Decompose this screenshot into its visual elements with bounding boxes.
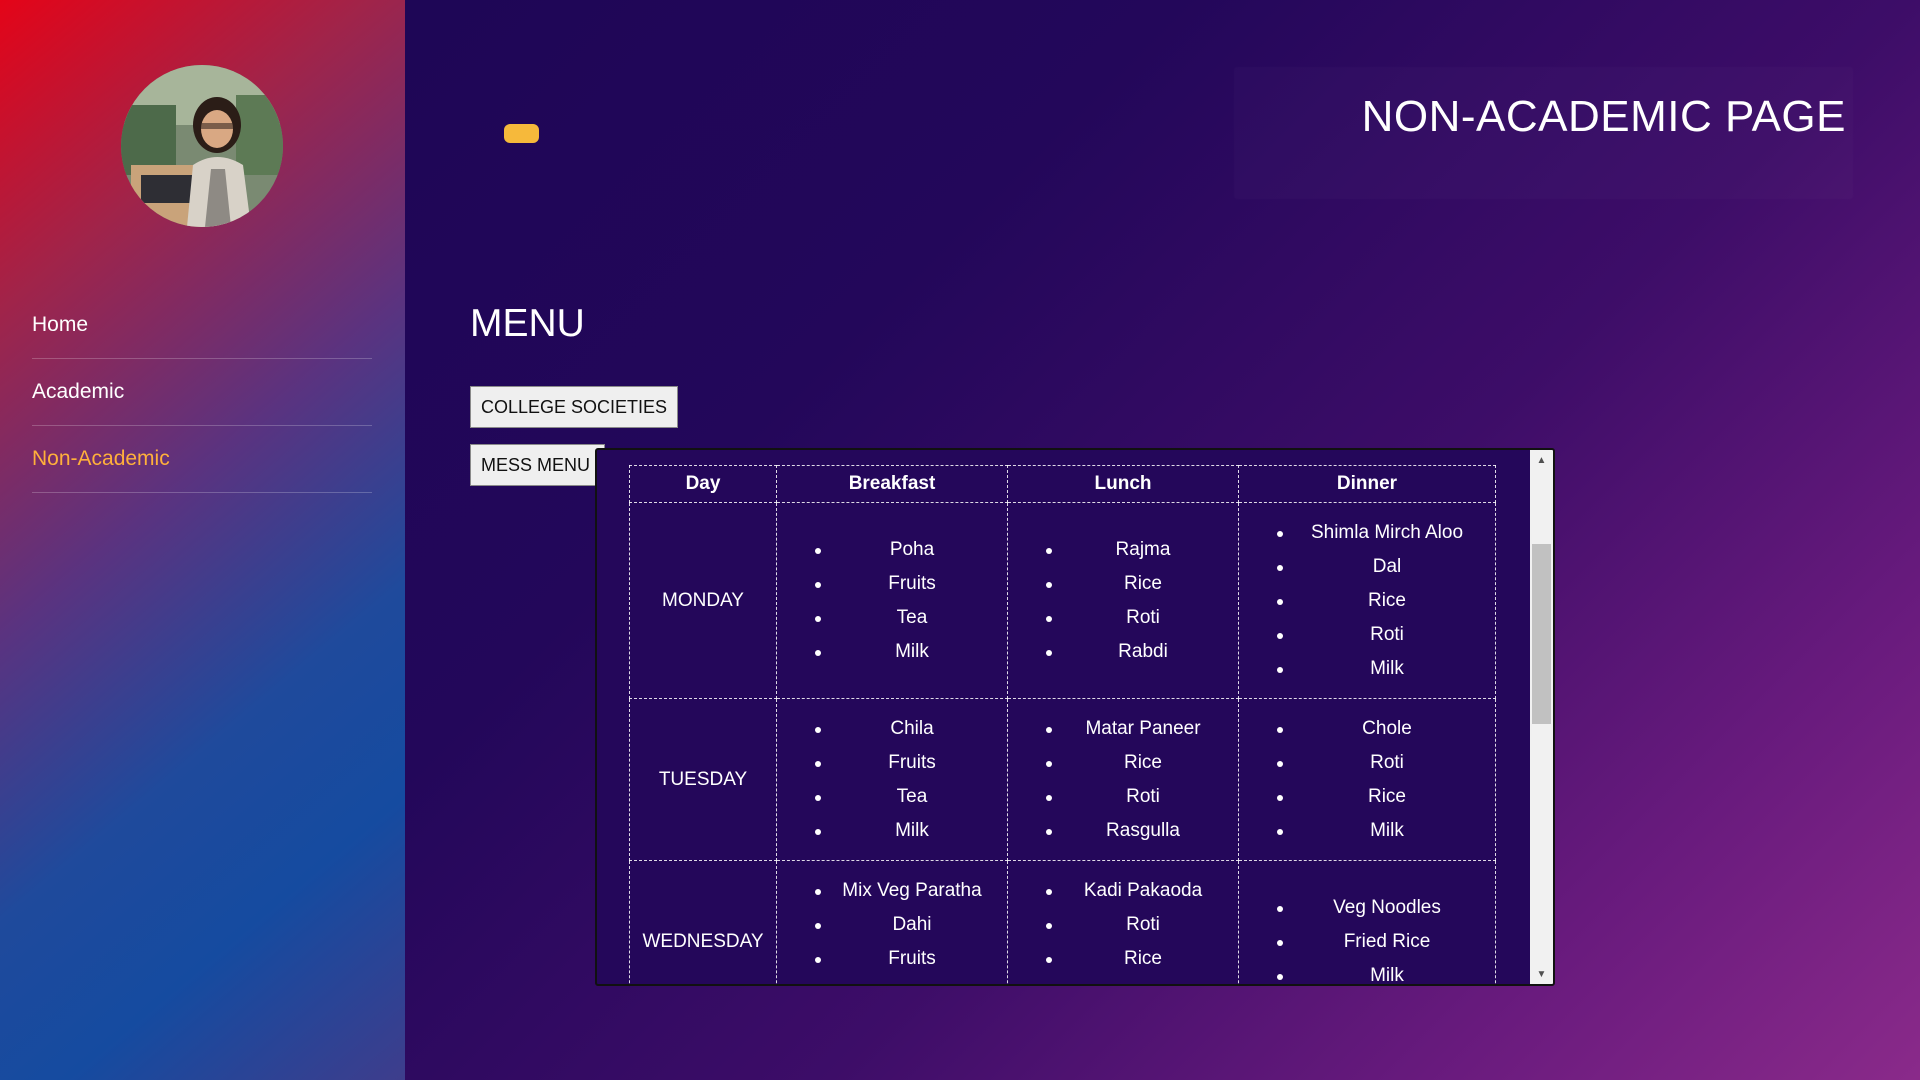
- table-row: TUESDAY Chila Fruits Tea Milk Matar Pane…: [629, 698, 1496, 861]
- menu-item: Jalebi: [1008, 976, 1238, 985]
- mess-menu-table: Day Breakfast Lunch Dinner MONDAY Poha F…: [629, 465, 1496, 985]
- menu-item: Kadi Pakaoda: [1008, 874, 1238, 908]
- menu-item: Poha: [777, 533, 1007, 567]
- breakfast-cell: Mix Veg Paratha Dahi Fruits Tea: [776, 860, 1008, 985]
- table-row: MONDAY Poha Fruits Tea Milk Rajma Rice R…: [629, 502, 1496, 699]
- mess-menu-popup[interactable]: Day Breakfast Lunch Dinner MONDAY Poha F…: [595, 448, 1555, 986]
- menu-item: Rasgulla: [1008, 814, 1238, 848]
- mess-menu-button[interactable]: MESS MENU: [470, 444, 605, 486]
- dinner-cell: Chole Roti Rice Milk: [1238, 698, 1496, 861]
- avatar: [121, 65, 283, 227]
- breakfast-cell: Chila Fruits Tea Milk: [776, 698, 1008, 861]
- lunch-cell: Rajma Rice Roti Rabdi: [1007, 502, 1239, 699]
- sidebar: Home Academic Non-Academic: [0, 0, 405, 1080]
- day-cell: TUESDAY: [629, 698, 777, 861]
- header-day: Day: [629, 465, 777, 503]
- day-cell: MONDAY: [629, 502, 777, 699]
- menu-item: Dahi: [777, 908, 1007, 942]
- menu-item: Chila: [777, 712, 1007, 746]
- scroll-thumb[interactable]: [1532, 544, 1551, 724]
- scroll-down-icon[interactable]: ▼: [1530, 964, 1553, 984]
- menu-toggle-button[interactable]: [504, 124, 539, 143]
- header-breakfast: Breakfast: [776, 465, 1008, 503]
- breakfast-cell: Poha Fruits Tea Milk: [776, 502, 1008, 699]
- menu-item: Roti: [1008, 908, 1238, 942]
- main-content: NON-ACADEMIC PAGE MENU COLLEGE SOCIETIES…: [405, 0, 1920, 1080]
- sidebar-item-academic[interactable]: Academic: [32, 359, 372, 426]
- menu-item: Rabdi: [1008, 635, 1238, 669]
- menu-item: Chole: [1239, 712, 1495, 746]
- dinner-cell: Shimla Mirch Aloo Dal Rice Roti Milk: [1238, 502, 1496, 699]
- menu-item: Fruits: [777, 746, 1007, 780]
- page-title: NON-ACADEMIC PAGE: [1361, 92, 1846, 141]
- menu-heading: MENU: [470, 302, 585, 345]
- header-lunch: Lunch: [1007, 465, 1239, 503]
- lunch-cell: Kadi Pakaoda Roti Rice Jalebi: [1007, 860, 1239, 985]
- dinner-cell: Veg Noodles Fried Rice Milk: [1238, 860, 1496, 984]
- menu-item: Fruits: [777, 942, 1007, 976]
- menu-item: Veg Noodles: [1239, 891, 1495, 925]
- menu-item: Rice: [1008, 567, 1238, 601]
- menu-item: Rice: [1008, 942, 1238, 976]
- menu-item: Rice: [1239, 780, 1495, 814]
- sidebar-item-home[interactable]: Home: [32, 292, 372, 359]
- menu-item: Roti: [1239, 618, 1495, 652]
- menu-item: Milk: [777, 814, 1007, 848]
- menu-item: Roti: [1239, 746, 1495, 780]
- menu-item: Milk: [1239, 814, 1495, 848]
- popup-scrollbar[interactable]: ▲ ▼: [1530, 450, 1553, 984]
- menu-item: Roti: [1008, 780, 1238, 814]
- menu-item: Fruits: [777, 567, 1007, 601]
- college-societies-button[interactable]: COLLEGE SOCIETIES: [470, 386, 679, 428]
- menu-item: Milk: [1239, 959, 1495, 984]
- sidebar-item-label: Home: [32, 313, 89, 336]
- menu-item: Milk: [1239, 652, 1495, 686]
- lunch-cell: Matar Paneer Rice Roti Rasgulla: [1007, 698, 1239, 861]
- day-cell: WEDNESDAY: [629, 860, 777, 984]
- sidebar-item-non-academic[interactable]: Non-Academic: [32, 426, 372, 493]
- menu-item: Milk: [777, 635, 1007, 669]
- menu-item: Rice: [1239, 584, 1495, 618]
- menu-item: Fried Rice: [1239, 925, 1495, 959]
- menu-item: Shimla Mirch Aloo: [1239, 516, 1495, 550]
- table-row: WEDNESDAY Mix Veg Paratha Dahi Fruits Te…: [629, 860, 1496, 985]
- menu-item: Roti: [1008, 601, 1238, 635]
- sidebar-item-label: Non-Academic: [32, 447, 170, 470]
- menu-item: Rice: [1008, 746, 1238, 780]
- header-dinner: Dinner: [1238, 465, 1496, 503]
- menu-item: Tea: [777, 601, 1007, 635]
- menu-item: Dal: [1239, 550, 1495, 584]
- menu-item: Matar Paneer: [1008, 712, 1238, 746]
- table-header-row: Day Breakfast Lunch Dinner: [629, 465, 1496, 503]
- sidebar-nav: Home Academic Non-Academic: [32, 292, 372, 493]
- menu-item: Rajma: [1008, 533, 1238, 567]
- sidebar-item-label: Academic: [32, 380, 125, 403]
- scroll-up-icon[interactable]: ▲: [1530, 450, 1553, 470]
- menu-item: Tea: [777, 976, 1007, 985]
- menu-item: Mix Veg Paratha: [777, 874, 1007, 908]
- menu-item: Tea: [777, 780, 1007, 814]
